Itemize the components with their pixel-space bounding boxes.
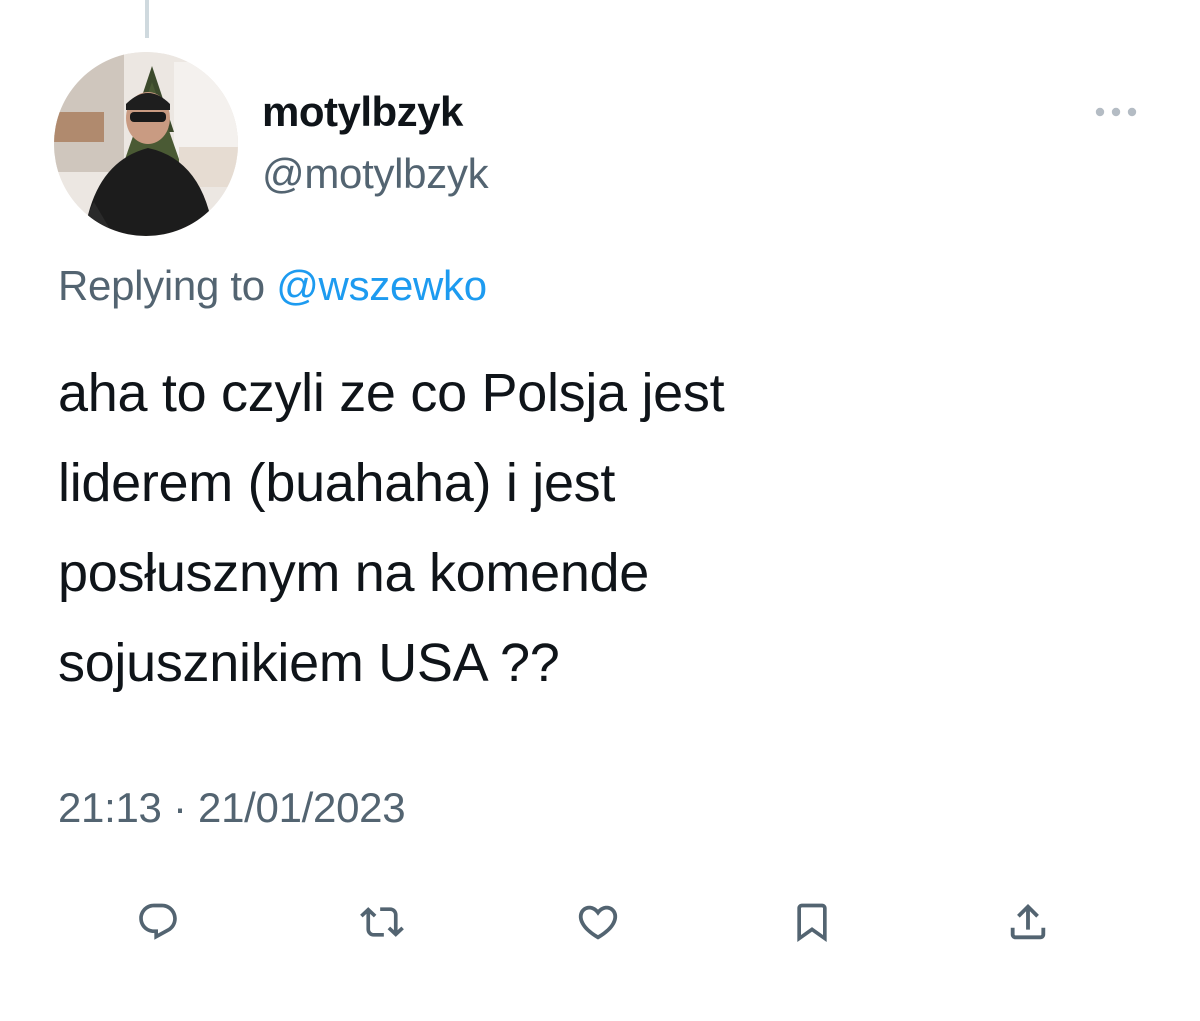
retweet-button[interactable] — [350, 890, 414, 954]
replying-to-mention-link[interactable]: @wszewko — [276, 262, 487, 309]
tweet-date: 21/01/2023 — [198, 784, 406, 831]
tweet-text-line: posłusznym na komende — [58, 543, 650, 603]
bookmark-icon — [797, 903, 827, 943]
bookmark-button[interactable] — [780, 890, 844, 954]
more-options-button[interactable] — [1090, 92, 1142, 132]
timestamp-separator: · — [172, 784, 187, 831]
avatar-photo — [54, 52, 238, 236]
share-button[interactable] — [996, 890, 1060, 954]
reply-icon — [139, 903, 177, 940]
tweet-text-line: liderem (buahaha) i jest — [58, 453, 616, 513]
reply-button[interactable] — [126, 890, 190, 954]
display-name[interactable]: motylbzyk — [262, 88, 463, 136]
replying-to-label: Replying to — [58, 262, 265, 309]
tweet-text: aha to czyli ze co Polsja jest liderem (… — [58, 348, 1148, 708]
retweet-icon — [360, 907, 404, 937]
like-button[interactable] — [566, 890, 630, 954]
tweet-timestamp[interactable]: 21:13 · 21/01/2023 — [58, 784, 406, 832]
like-icon — [578, 905, 618, 940]
tweet-text-line: aha to czyli ze co Polsja jest — [58, 363, 725, 423]
replying-to-line: Replying to @wszewko — [58, 262, 487, 310]
more-dots-icon — [1095, 107, 1137, 117]
share-icon — [1010, 903, 1046, 940]
tweet-time: 21:13 — [58, 784, 162, 831]
tweet-text-line: sojusznikiem USA ?? — [58, 633, 560, 693]
user-handle[interactable]: @motylbzyk — [262, 150, 489, 198]
thread-connector-line — [145, 0, 149, 38]
avatar[interactable] — [54, 52, 238, 236]
